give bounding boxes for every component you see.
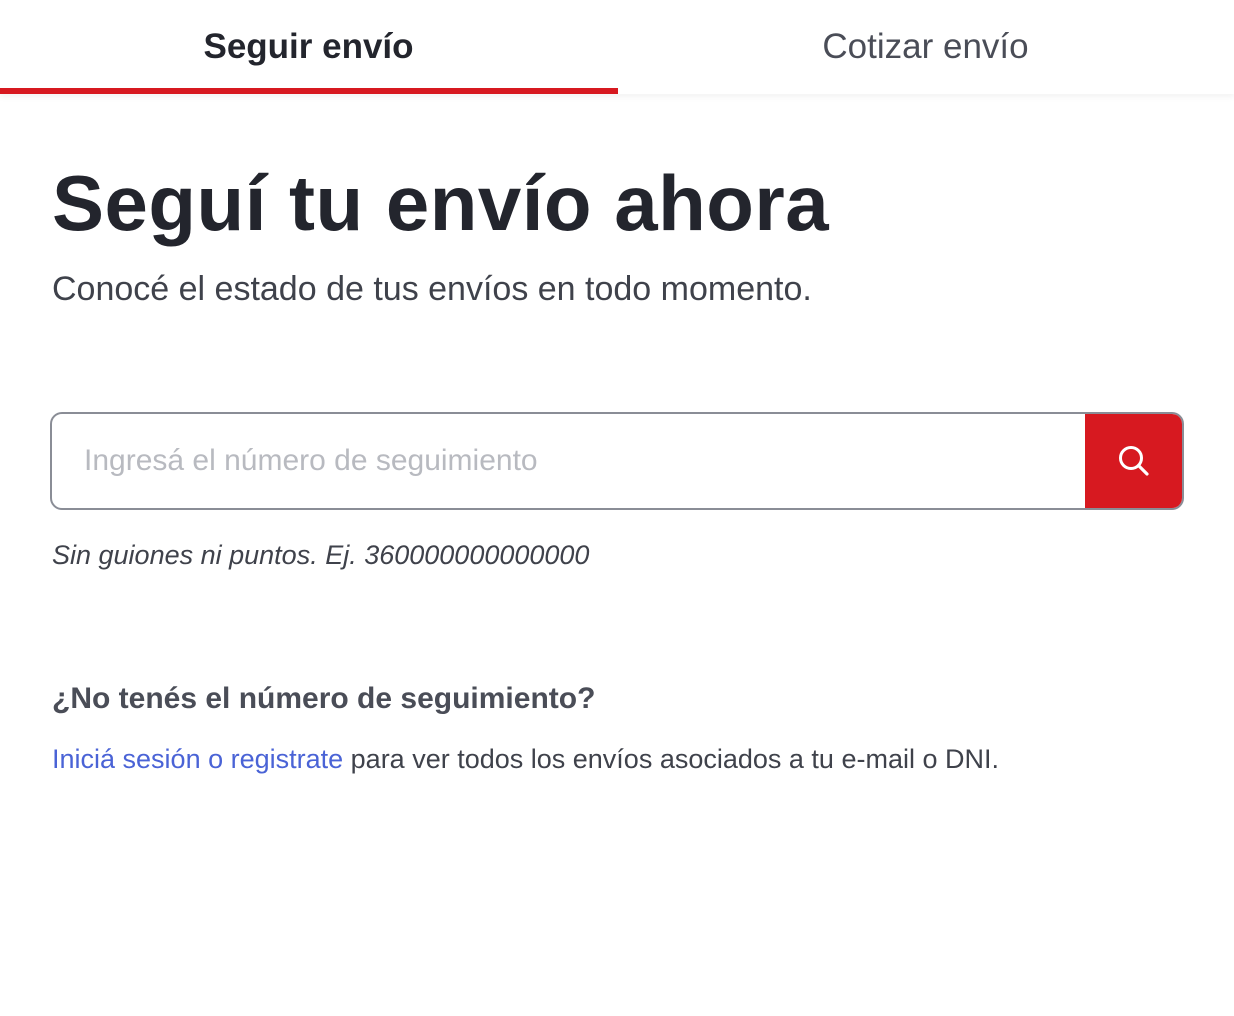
login-register-link[interactable]: Iniciá sesión o registrate [52, 744, 343, 774]
login-prompt: Iniciá sesión o registrate para ver todo… [52, 744, 999, 775]
page-subtitle: Conocé el estado de tus envíos en todo m… [52, 270, 812, 308]
no-tracking-question: ¿No tenés el número de seguimiento? [52, 682, 596, 715]
page-title: Seguí tu envío ahora [52, 159, 830, 247]
login-prompt-text: para ver todos los envíos asociados a tu… [343, 744, 999, 774]
tracking-number-input[interactable] [52, 414, 1085, 508]
tab-seguir-envio[interactable]: Seguir envío [0, 0, 618, 94]
search-icon [1118, 446, 1149, 476]
tab-cotizar-envio-label: Cotizar envío [822, 27, 1029, 66]
tab-cotizar-envio[interactable]: Cotizar envío [617, 0, 1234, 94]
tracking-hint: Sin guiones ni puntos. Ej. 3600000000000… [52, 540, 590, 570]
tracking-search-box [50, 412, 1184, 510]
tab-bar: Seguir envío Cotizar envío [0, 0, 1234, 94]
search-button[interactable] [1085, 414, 1182, 508]
tab-seguir-envio-label: Seguir envío [203, 27, 414, 66]
